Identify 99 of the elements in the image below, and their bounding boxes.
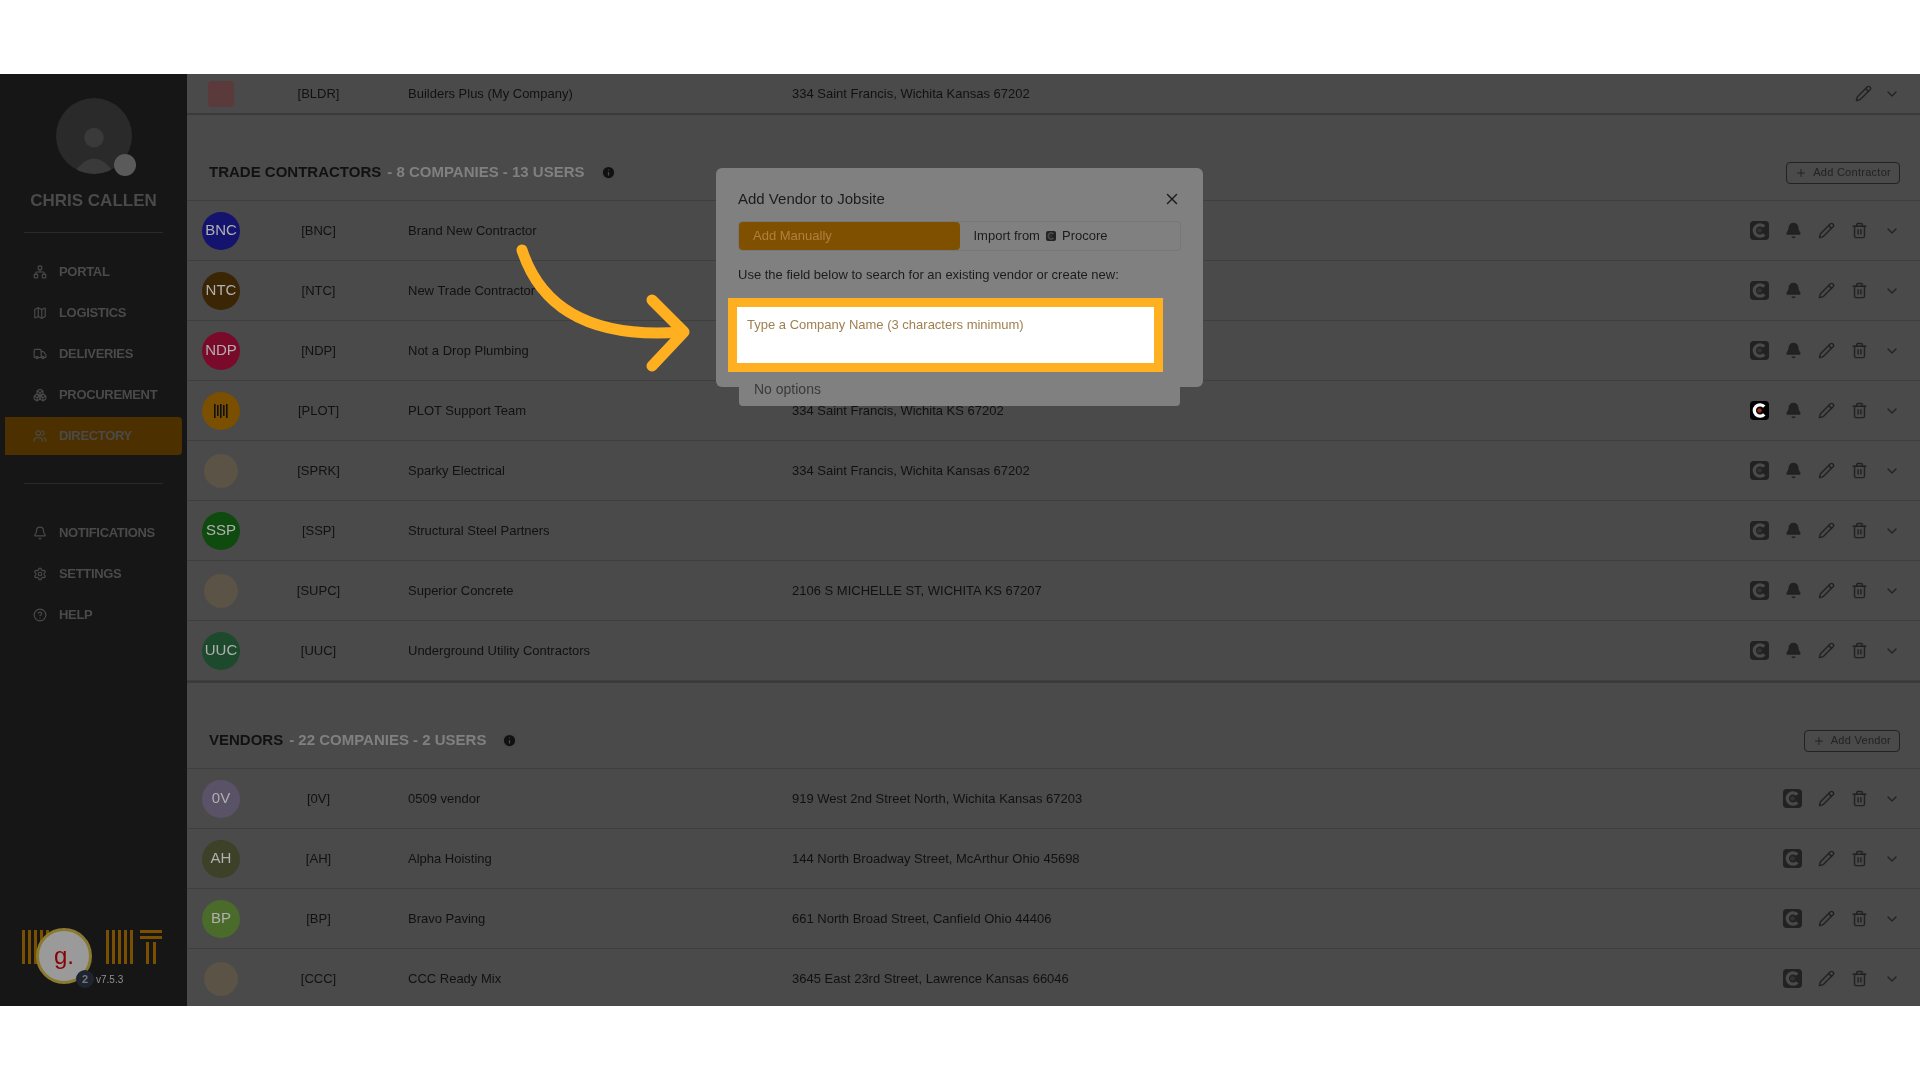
company-name: Bravo Paving bbox=[408, 909, 486, 928]
edit-icon[interactable] bbox=[1818, 282, 1835, 299]
company-address: 3645 East 23rd Street, Lawrence Kansas 66046 bbox=[792, 969, 1069, 988]
company-name: New Trade Contractor bbox=[408, 281, 536, 300]
company-code: [BLDR] bbox=[296, 84, 341, 103]
modal-description: Use the field below to search for an existing vendor or create new: bbox=[738, 265, 1120, 284]
company-code: [NDP] bbox=[300, 341, 337, 360]
company-name: Not a Drop Plumbing bbox=[408, 341, 529, 360]
delete-icon[interactable] bbox=[1851, 582, 1868, 599]
modal-title: Add Vendor to Jobsite bbox=[738, 189, 885, 209]
company-code: [SSP] bbox=[300, 521, 337, 540]
notification-count-badge: 2 bbox=[76, 970, 94, 988]
delete-icon[interactable] bbox=[1851, 642, 1868, 659]
edit-icon[interactable] bbox=[1818, 790, 1835, 807]
truck-icon bbox=[33, 346, 47, 361]
help-icon bbox=[33, 607, 47, 622]
delete-icon[interactable] bbox=[1851, 522, 1868, 539]
edit-icon[interactable] bbox=[1818, 222, 1835, 239]
company-badge bbox=[113, 154, 136, 176]
delete-icon[interactable] bbox=[1851, 790, 1868, 807]
plus-icon bbox=[1795, 166, 1808, 179]
edit-icon[interactable] bbox=[1818, 342, 1835, 359]
company-code: [NTC] bbox=[300, 281, 337, 300]
company-code: [PLOT] bbox=[296, 401, 341, 420]
delete-icon[interactable] bbox=[1851, 462, 1868, 479]
company-address: 2106 S MICHELLE ST, WICHITA KS 67207 bbox=[792, 581, 1042, 600]
map-icon bbox=[33, 305, 47, 320]
company-avatar: 0V bbox=[202, 779, 240, 818]
users-icon bbox=[33, 428, 47, 443]
bell-icon[interactable] bbox=[1785, 282, 1802, 299]
company-address: 661 North Broad Street, Canfield Ohio 44406 bbox=[792, 909, 1052, 928]
company-name: Sparky Electrical bbox=[408, 461, 505, 480]
company-name: PLOT Support Team bbox=[408, 401, 527, 420]
company-name: Builders Plus (My Company) bbox=[408, 84, 573, 103]
company-code: [SPRK] bbox=[296, 461, 341, 480]
settings-icon bbox=[33, 566, 47, 581]
company-name: Structural Steel Partners bbox=[408, 521, 550, 540]
company-code: [SUPC] bbox=[295, 581, 342, 600]
delete-icon[interactable] bbox=[1851, 282, 1868, 299]
edit-icon[interactable] bbox=[1818, 462, 1835, 479]
bell-icon[interactable] bbox=[1785, 222, 1802, 239]
delete-icon[interactable] bbox=[1851, 402, 1868, 419]
company-address: 919 West 2nd Street North, Wichita Kansas 67203 bbox=[792, 789, 1083, 808]
company-avatar: SSP bbox=[202, 511, 240, 550]
company-address: 144 North Broadway Street, McArthur Ohio 45698 bbox=[792, 849, 1080, 868]
sitemap-icon bbox=[33, 264, 47, 279]
company-address: 334 Saint Francis, Wichita Kansas 67202 bbox=[792, 461, 1030, 480]
company-name: 0509 vendor bbox=[408, 789, 481, 808]
tab[interactable]: Import from Procore bbox=[959, 221, 1180, 250]
section-title: VENDORS bbox=[209, 730, 284, 751]
bars-logo-icon bbox=[213, 402, 229, 419]
company-name: Alpha Hoisting bbox=[408, 849, 492, 868]
edit-icon[interactable] bbox=[1818, 522, 1835, 539]
company-avatar: AH bbox=[202, 839, 240, 878]
company-address: 334 Saint Francis, Wichita Kansas 67202 bbox=[792, 84, 1030, 103]
plus-icon bbox=[1812, 734, 1825, 747]
company-search-field[interactable]: Type a Company Name (3 characters minimum) bbox=[737, 307, 1154, 363]
procore-icon[interactable] bbox=[1750, 401, 1769, 420]
edit-icon[interactable] bbox=[1818, 970, 1835, 987]
company-code: [BP] bbox=[305, 909, 332, 928]
delete-icon[interactable] bbox=[1851, 342, 1868, 359]
edit-icon[interactable] bbox=[1818, 910, 1835, 927]
company-code: [BNC] bbox=[300, 221, 337, 240]
company-avatar: BP bbox=[202, 899, 240, 938]
company-name: CCC Ready Mix bbox=[408, 969, 502, 988]
bell-icon[interactable] bbox=[1785, 522, 1802, 539]
bell-icon[interactable] bbox=[1785, 582, 1802, 599]
bell-icon[interactable] bbox=[1785, 342, 1802, 359]
delete-icon[interactable] bbox=[1851, 850, 1868, 867]
bell-icon[interactable] bbox=[1785, 462, 1802, 479]
edit-icon[interactable] bbox=[1818, 642, 1835, 659]
edit-icon[interactable] bbox=[1818, 850, 1835, 867]
edit-icon[interactable] bbox=[1818, 402, 1835, 419]
company-code: [0V] bbox=[305, 789, 332, 808]
boxes-icon bbox=[33, 387, 47, 402]
edit-icon[interactable] bbox=[1818, 582, 1835, 599]
company-avatar: NTC bbox=[202, 271, 240, 310]
company-avatar: BNC bbox=[202, 211, 240, 250]
info-icon[interactable] bbox=[502, 733, 518, 748]
bell-icon[interactable] bbox=[1785, 402, 1802, 419]
company-avatar: UUC bbox=[202, 631, 240, 670]
company-code: [CCC] bbox=[299, 969, 338, 988]
section-title: TRADE CONTRACTORS bbox=[209, 162, 382, 183]
tab[interactable]: Add Manually bbox=[739, 221, 960, 250]
delete-icon[interactable] bbox=[1851, 910, 1868, 927]
bell-icon bbox=[33, 525, 47, 540]
version-label: v7.5.3 bbox=[96, 973, 124, 987]
company-name: Brand New Contractor bbox=[408, 221, 537, 240]
company-name: Underground Utility Contractors bbox=[408, 641, 591, 660]
company-code: [UUC] bbox=[299, 641, 338, 660]
company-name: Superior Concrete bbox=[408, 581, 514, 600]
nav-item[interactable]: DIRECTORY bbox=[5, 416, 182, 455]
bell-icon[interactable] bbox=[1785, 642, 1802, 659]
company-code: [AH] bbox=[304, 849, 333, 868]
company-avatar: NDP bbox=[202, 331, 240, 370]
info-icon[interactable] bbox=[600, 165, 616, 180]
edit-icon[interactable] bbox=[1855, 85, 1872, 102]
delete-icon[interactable] bbox=[1851, 222, 1868, 239]
delete-icon[interactable] bbox=[1851, 970, 1868, 987]
